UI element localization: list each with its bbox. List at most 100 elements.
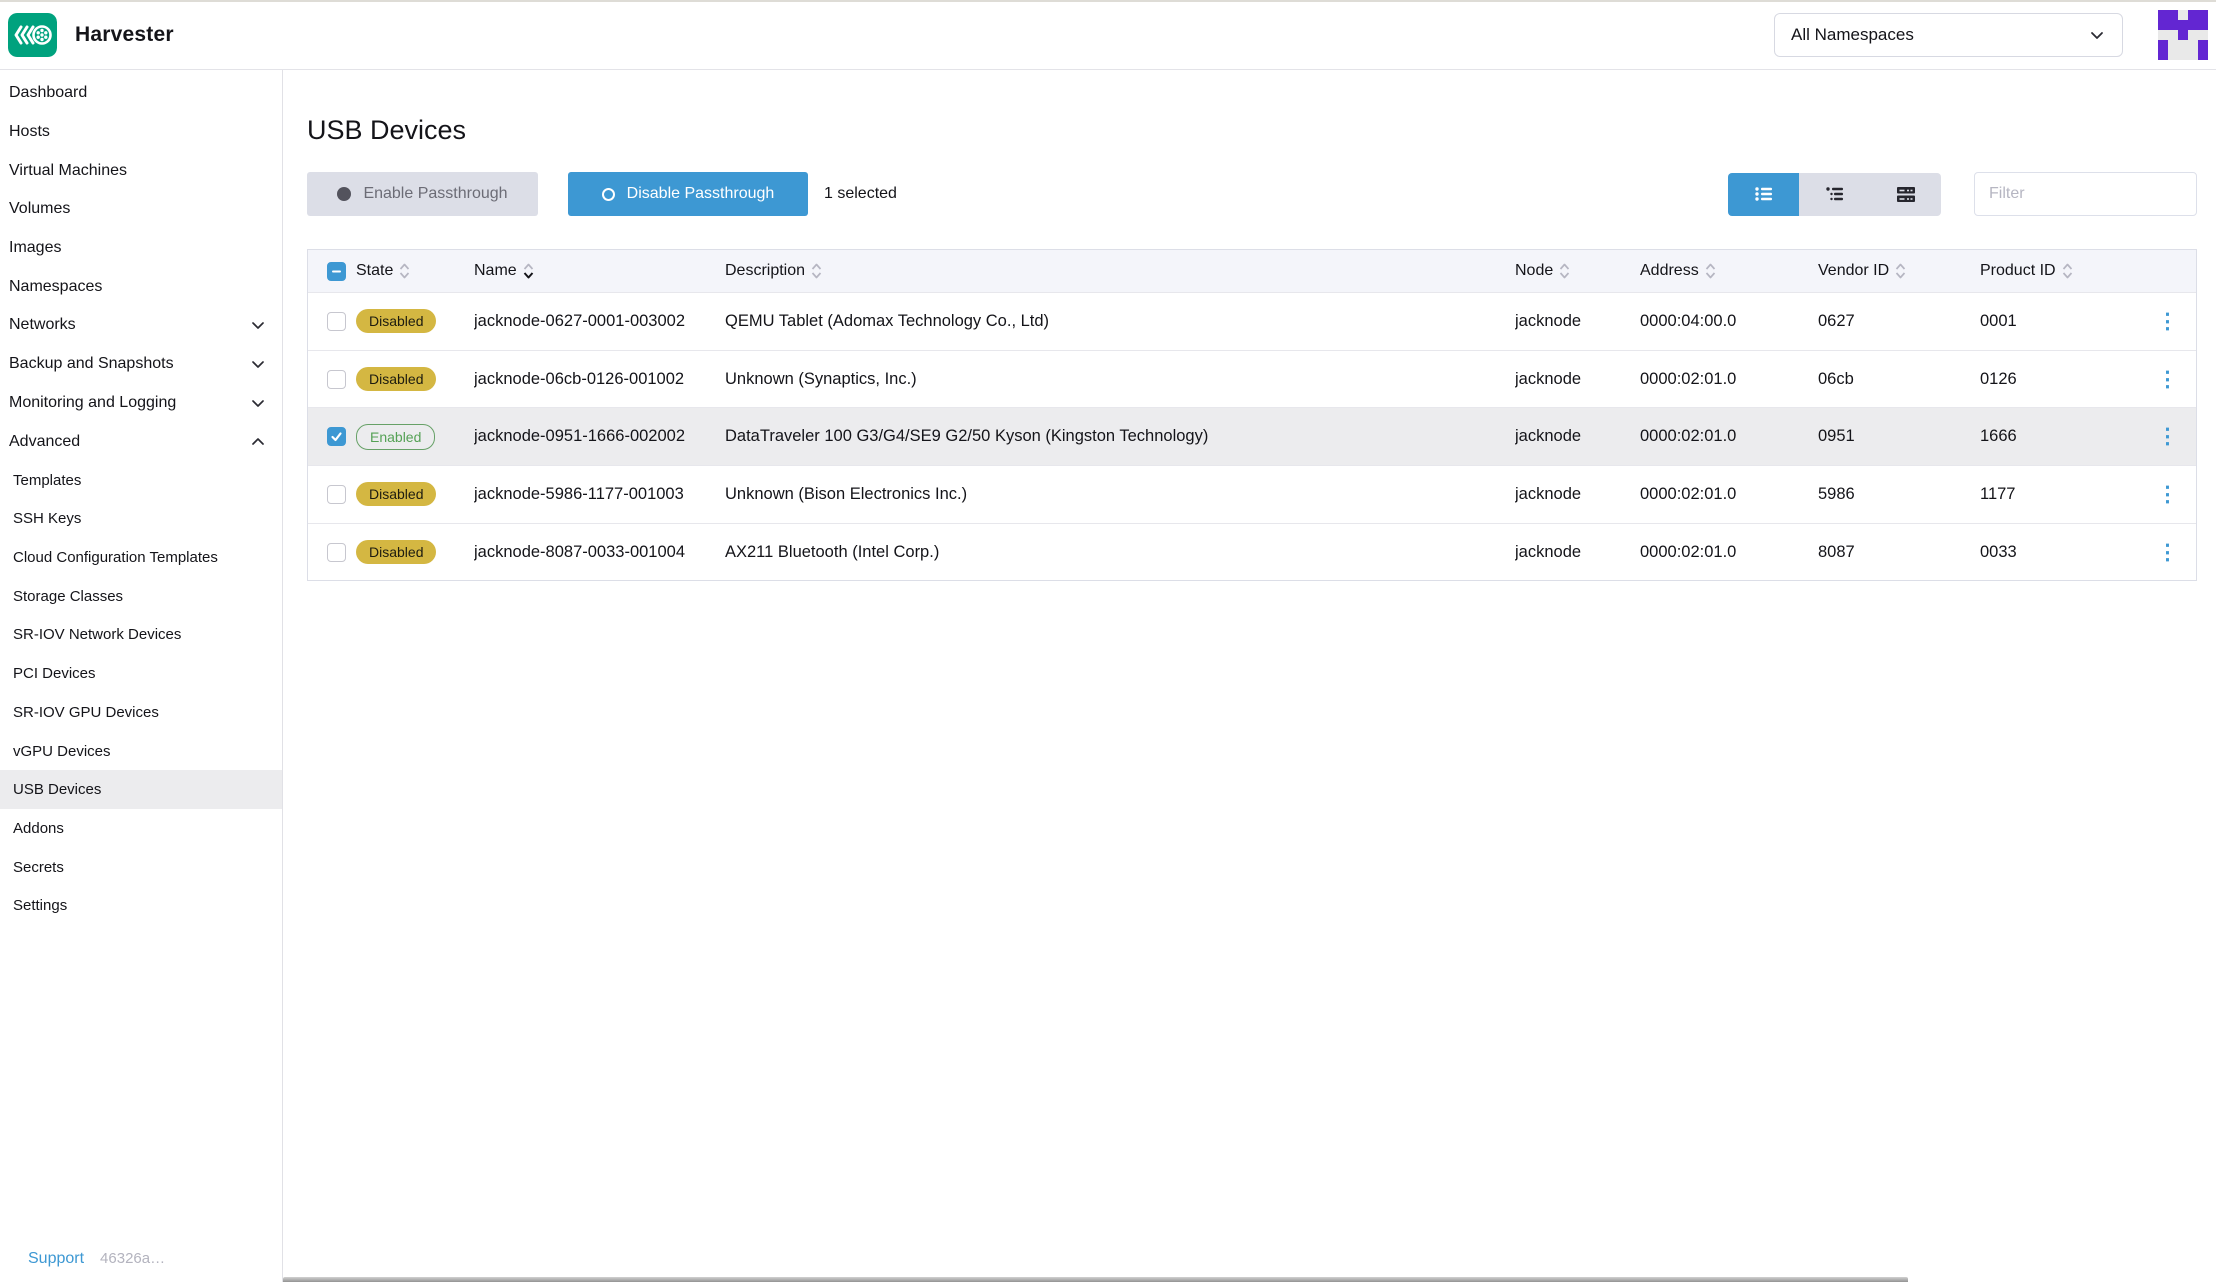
column-header-address[interactable]: Address xyxy=(1640,261,1818,281)
sidebar-item-vgpu-devices[interactable]: vGPU Devices xyxy=(0,732,282,771)
column-header-product-id[interactable]: Product ID xyxy=(1980,261,2139,281)
cell-description: AX211 Bluetooth (Intel Corp.) xyxy=(725,543,1515,562)
support-link[interactable]: Support xyxy=(28,1250,84,1268)
table-row: Disabledjacknode-5986-1177-001003Unknown… xyxy=(308,465,2196,523)
sidebar-item-dashboard[interactable]: Dashboard xyxy=(0,74,282,113)
filter-input[interactable] xyxy=(1974,172,2197,216)
sidebar-item-pci-devices[interactable]: PCI Devices xyxy=(0,654,282,693)
brand[interactable]: Harvester xyxy=(0,13,174,57)
enable-passthrough-button[interactable]: Enable Passthrough xyxy=(307,172,538,216)
chevron-down-icon xyxy=(250,317,266,333)
sidebar-item-addons[interactable]: Addons xyxy=(0,809,282,848)
enable-passthrough-label: Enable Passthrough xyxy=(363,185,507,203)
sidebar-item-advanced[interactable]: Advanced xyxy=(0,422,282,461)
namespace-select[interactable]: All Namespaces xyxy=(1774,13,2123,57)
sort-icon xyxy=(522,261,535,281)
sidebar-item-images[interactable]: Images xyxy=(0,229,282,268)
column-header-description[interactable]: Description xyxy=(725,261,1515,281)
column-header-state[interactable]: State xyxy=(346,261,474,281)
actions-row: Enable Passthrough Disable Passthrough 1… xyxy=(307,172,2197,216)
view-grouped-list-button[interactable] xyxy=(1799,173,1870,216)
cell-product-id: 0126 xyxy=(1980,370,2139,389)
top-bar: Harvester All Namespaces xyxy=(0,0,2216,70)
column-header-label: Vendor ID xyxy=(1818,262,1889,280)
sidebar-item-label: Templates xyxy=(13,472,81,489)
cell-address: 0000:04:00.0 xyxy=(1640,312,1818,331)
sidebar-item-ssh-keys[interactable]: SSH Keys xyxy=(0,500,282,539)
sidebar-item-networks[interactable]: Networks xyxy=(0,306,282,345)
column-header-label: Product ID xyxy=(1980,262,2056,280)
sidebar-item-label: Hosts xyxy=(9,123,50,141)
select-all-checkbox[interactable] xyxy=(327,262,346,281)
horizontal-scrollbar[interactable] xyxy=(283,1277,1908,1282)
row-checkbox[interactable] xyxy=(327,543,346,562)
sidebar-item-monitoring-and-logging[interactable]: Monitoring and Logging xyxy=(0,384,282,423)
sidebar-item-cloud-configuration-templates[interactable]: Cloud Configuration Templates xyxy=(0,538,282,577)
state-badge: Disabled xyxy=(356,309,436,333)
sidebar-item-label: Backup and Snapshots xyxy=(9,355,174,373)
row-checkbox-cell xyxy=(308,427,346,446)
row-actions-menu-button[interactable]: ⋮ xyxy=(2157,542,2178,563)
sidebar-item-settings[interactable]: Settings xyxy=(0,886,282,925)
column-header-label: Address xyxy=(1640,262,1699,280)
row-actions-menu-button[interactable]: ⋮ xyxy=(2157,426,2178,447)
table-row: Enabledjacknode-0951-1666-002002DataTrav… xyxy=(308,407,2196,465)
sidebar-item-namespaces[interactable]: Namespaces xyxy=(0,267,282,306)
sidebar-item-volumes[interactable]: Volumes xyxy=(0,190,282,229)
state-badge: Disabled xyxy=(356,482,436,506)
sort-icon xyxy=(1558,261,1571,281)
sort-icon xyxy=(398,261,411,281)
cell-name: jacknode-0627-0001-003002 xyxy=(474,312,725,331)
column-header-vendor-id[interactable]: Vendor ID xyxy=(1818,261,1980,281)
row-checkbox[interactable] xyxy=(327,370,346,389)
sidebar-item-storage-classes[interactable]: Storage Classes xyxy=(0,577,282,616)
chevron-up-icon xyxy=(250,434,266,450)
table-icon xyxy=(1893,181,1919,207)
view-table-button[interactable] xyxy=(1870,173,1941,216)
row-actions-menu-button[interactable]: ⋮ xyxy=(2157,311,2178,332)
filled-circle-icon xyxy=(337,187,351,201)
sidebar-item-hosts[interactable]: Hosts xyxy=(0,113,282,152)
sidebar-footer: Support 46326a… xyxy=(28,1250,165,1268)
window-top-edge xyxy=(0,0,2216,2)
list-icon xyxy=(1751,181,1777,207)
row-checkbox[interactable] xyxy=(327,485,346,504)
cell-name: jacknode-06cb-0126-001002 xyxy=(474,370,725,389)
cell-node: jacknode xyxy=(1515,543,1640,562)
sidebar-item-sr-iov-gpu-devices[interactable]: SR-IOV GPU Devices xyxy=(0,693,282,732)
row-actions-cell: ⋮ xyxy=(2139,484,2196,505)
view-list-button[interactable] xyxy=(1728,173,1799,216)
sidebar-item-label: Networks xyxy=(9,316,76,334)
sidebar-item-label: Addons xyxy=(13,820,64,837)
chevron-down-icon xyxy=(250,356,266,372)
sidebar-item-label: PCI Devices xyxy=(13,665,96,682)
state-badge: Enabled xyxy=(356,424,435,450)
column-header-node[interactable]: Node xyxy=(1515,261,1640,281)
disable-passthrough-button[interactable]: Disable Passthrough xyxy=(568,172,808,216)
sidebar-item-label: Namespaces xyxy=(9,278,102,296)
cell-state: Disabled xyxy=(346,482,474,506)
sidebar-nav: Dashboard Hosts Virtual Machines Volumes Ima… xyxy=(0,74,282,925)
sidebar-item-virtual-machines[interactable]: Virtual Machines xyxy=(0,151,282,190)
cell-address: 0000:02:01.0 xyxy=(1640,370,1818,389)
row-checkbox[interactable] xyxy=(327,427,346,446)
cell-name: jacknode-8087-0033-001004 xyxy=(474,543,725,562)
cell-node: jacknode xyxy=(1515,370,1640,389)
disable-passthrough-label: Disable Passthrough xyxy=(627,185,775,203)
sidebar-item-sr-iov-network-devices[interactable]: SR-IOV Network Devices xyxy=(0,616,282,655)
sidebar-item-secrets[interactable]: Secrets xyxy=(0,848,282,887)
sidebar-item-label: Volumes xyxy=(9,200,70,218)
user-avatar-identicon[interactable] xyxy=(2158,10,2208,60)
row-actions-menu-button[interactable]: ⋮ xyxy=(2157,484,2178,505)
row-actions-menu-button[interactable]: ⋮ xyxy=(2157,369,2178,390)
row-actions-cell: ⋮ xyxy=(2139,426,2196,447)
column-header-name[interactable]: Name xyxy=(474,261,725,281)
sidebar-item-usb-devices[interactable]: USB Devices xyxy=(0,770,282,809)
minus-icon xyxy=(331,266,342,277)
row-checkbox[interactable] xyxy=(327,312,346,331)
cell-vendor-id: 0951 xyxy=(1818,427,1980,446)
row-checkbox-cell xyxy=(308,485,346,504)
sidebar-item-templates[interactable]: Templates xyxy=(0,461,282,500)
sidebar-item-label: SSH Keys xyxy=(13,510,81,527)
sidebar-item-backup-and-snapshots[interactable]: Backup and Snapshots xyxy=(0,345,282,384)
